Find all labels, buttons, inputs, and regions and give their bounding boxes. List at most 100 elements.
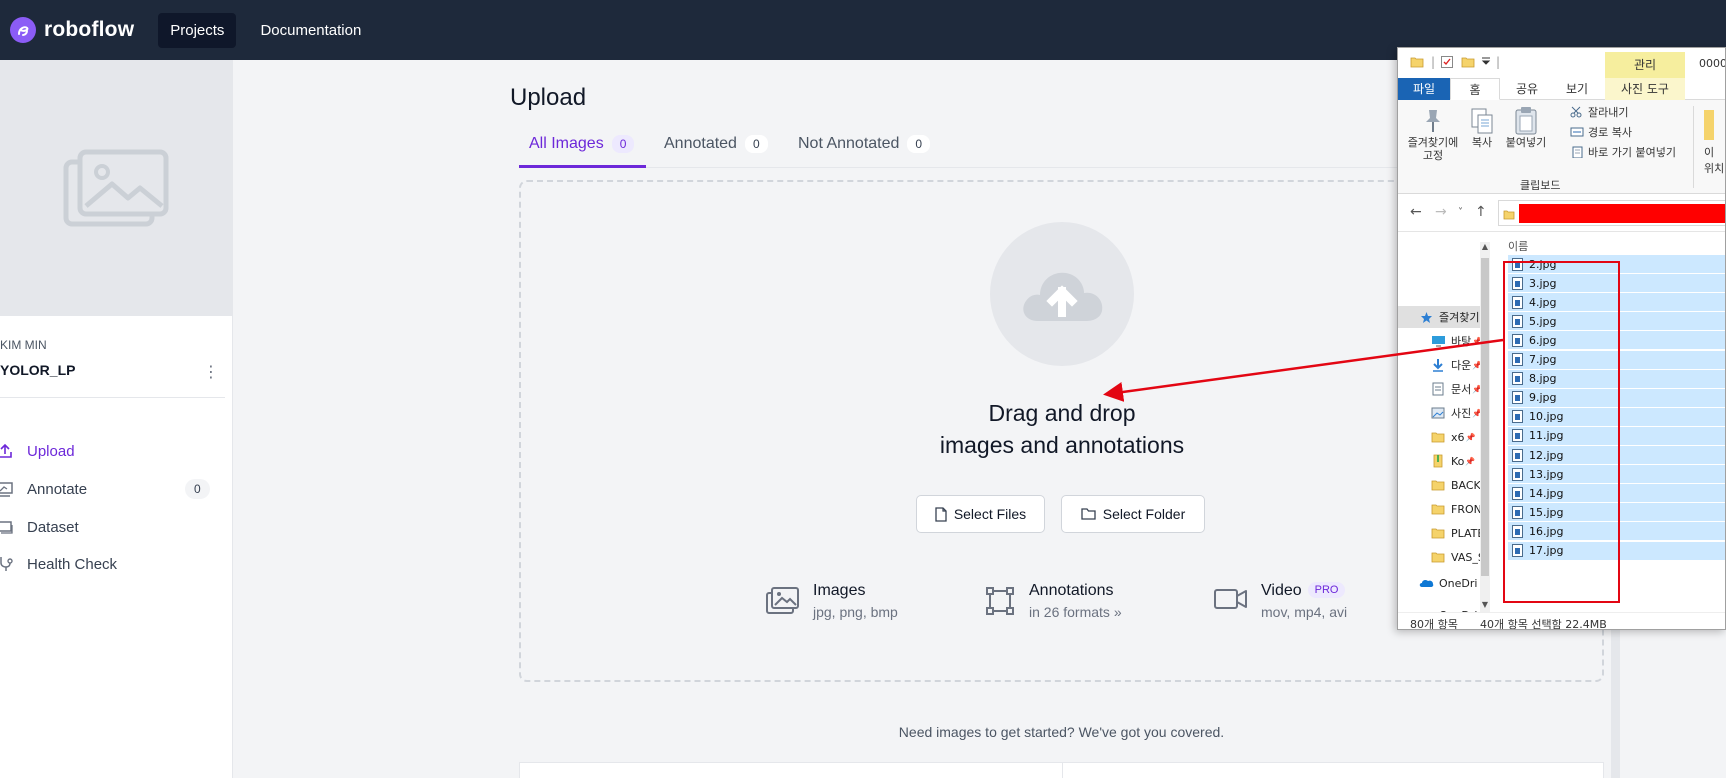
format-images: Images jpg, png, bmp [765, 582, 898, 620]
nav-pane-item-label: PLATE [1451, 526, 1480, 540]
format-sub: mov, mp4, avi [1261, 604, 1348, 620]
properties-icon[interactable] [1440, 55, 1454, 72]
roboflow-logo-icon [10, 17, 36, 43]
drop-heading-line1: Drag and drop [988, 400, 1136, 426]
pin-to-quick-access-button[interactable]: 즐겨찾기에 고정 [1402, 106, 1464, 162]
pictures-icon [1430, 406, 1446, 420]
sidebar-item-health-check[interactable]: Health Check [0, 549, 225, 579]
sidebar-item-dataset[interactable]: Dataset [0, 512, 225, 542]
brand[interactable]: roboflow [10, 17, 134, 43]
copy-path-button[interactable]: 경로 복사 [1570, 124, 1632, 140]
tab-count-badge: 0 [907, 135, 931, 153]
nav-pane-item-label: 즐겨찾기 [1439, 311, 1480, 324]
project-menu-icon[interactable]: ⋮ [203, 362, 219, 382]
address-path-input[interactable] [1498, 200, 1725, 226]
back-arrow-icon[interactable]: ← [1410, 204, 1422, 220]
nav-pane-item[interactable]: VAS_S [1398, 546, 1480, 568]
pro-badge: PRO [1307, 582, 1346, 598]
video-icon [1213, 582, 1253, 618]
nav-pane-item[interactable]: BACK [1398, 474, 1480, 496]
nav-pane-item[interactable]: 다운📌 [1398, 354, 1480, 376]
up-arrow-icon[interactable]: ↑ [1475, 204, 1487, 220]
navigation-scrollbar[interactable]: ▲ ▼ [1480, 242, 1490, 612]
cut-button[interactable]: 잘라내기 [1570, 104, 1628, 120]
customize-quick-access-icon[interactable] [1481, 55, 1491, 69]
tab-label: Not Annotated [798, 135, 900, 152]
desktop-icon [1430, 334, 1446, 348]
manage-tab[interactable]: 관리 [1605, 52, 1685, 78]
paste-icon [1501, 106, 1551, 136]
sidebar-item-annotate[interactable]: Annotate 0 [0, 474, 225, 504]
nav-pane-item[interactable]: x6 📌 [1398, 426, 1480, 448]
sidebar-divider [0, 397, 225, 398]
sidebar-item-label: Dataset [27, 518, 79, 536]
nav-pane-item[interactable]: Ko 📌 [1398, 450, 1480, 472]
brand-name: roboflow [44, 18, 135, 41]
images-icon [765, 582, 805, 618]
cloud-upload-icon [990, 222, 1134, 366]
pinned-icon: 📌 [1465, 432, 1476, 442]
nav-pane-item-label: 다운 [1451, 359, 1472, 372]
need-images-text: Need images to get started? We've got yo… [898, 724, 1225, 740]
ribbon-tab-home[interactable]: 홈 [1450, 78, 1500, 100]
sidebar-item-label: Upload [27, 442, 75, 460]
folder-icon [1430, 502, 1446, 516]
select-folder-label: Select Folder [1102, 506, 1186, 522]
move-to-button[interactable]: 이 위치 [1704, 110, 1724, 176]
nav-pane-item[interactable]: OneDri [1398, 572, 1480, 594]
select-files-label: Select Files [953, 506, 1027, 522]
nav-pane-item-label: OneDri [1439, 576, 1478, 590]
sidebar-item-upload[interactable]: Upload [0, 436, 225, 466]
sidebar-item-label: Health Check [27, 555, 118, 573]
nav-pane-item-label: x6 [1451, 430, 1465, 444]
nav-pane-item[interactable]: FRON [1398, 498, 1480, 520]
nav-pane-item[interactable]: 바탕📌 [1398, 330, 1480, 352]
paste-button[interactable]: 붙여넣기 [1501, 106, 1551, 149]
workspace-owner: KIM MIN [0, 338, 47, 352]
file-icon [935, 506, 947, 522]
nav-pane-item[interactable]: 사진📌 [1398, 402, 1480, 424]
ribbon-tab-view[interactable]: 보기 [1552, 78, 1602, 100]
select-files-button[interactable]: Select Files [916, 495, 1045, 533]
sample-datasets-card[interactable] [519, 762, 1604, 778]
folder-icon [1503, 206, 1515, 225]
folder-icon [1430, 526, 1446, 540]
annotate-icon [0, 480, 14, 498]
dataset-icon [0, 518, 14, 536]
nav-pane-item[interactable]: 즐겨찾기 [1398, 306, 1480, 328]
nav-projects[interactable]: Projects [158, 12, 237, 48]
tab-all-images[interactable]: All Images 0 [519, 128, 647, 168]
nav-pane-item[interactable]: PLATE [1398, 522, 1480, 544]
column-header-name[interactable]: 이름 [1508, 238, 1528, 254]
forward-arrow-icon[interactable]: → [1435, 204, 1447, 220]
folder-icon [1081, 508, 1096, 520]
pinned-icon: 📌 [1472, 385, 1480, 394]
nav-pane-item[interactable]: 문서📌 [1398, 378, 1480, 400]
tab-annotated[interactable]: Annotated 0 [664, 128, 768, 168]
copy-path-icon [1570, 126, 1584, 138]
folder-icon [1410, 55, 1424, 72]
new-folder-icon[interactable] [1461, 55, 1475, 72]
ribbon-tab-file[interactable]: 파일 [1398, 78, 1450, 100]
nav-pane-item-label: BACK [1451, 478, 1480, 492]
nav-pane-item-label: 바탕 [1451, 335, 1472, 348]
health-check-icon [0, 555, 14, 573]
paste-label: 붙여넣기 [1505, 136, 1547, 149]
copy-button[interactable]: 복사 [1466, 106, 1498, 149]
ribbon-tab-photo-tools[interactable]: 사진 도구 [1605, 78, 1685, 100]
format-annotations[interactable]: Annotations in 26 formats » [985, 582, 1122, 620]
select-folder-button[interactable]: Select Folder [1061, 495, 1205, 533]
status-bar: 80개 항목 40개 항목 선택함 22.4MB [1398, 612, 1725, 630]
upload-icon [0, 442, 14, 460]
format-title: Annotations [1029, 582, 1114, 599]
status-selection: 40개 항목 선택함 22.4MB [1480, 618, 1607, 630]
recent-locations-icon[interactable]: ˅ [1458, 207, 1463, 218]
folder-icon [1430, 478, 1446, 492]
paste-shortcut-button[interactable]: 바로 가기 붙여넣기 [1570, 144, 1676, 160]
tab-not-annotated[interactable]: Not Annotated 0 [798, 128, 931, 168]
folder-icon [1430, 550, 1446, 564]
nav-documentation[interactable]: Documentation [248, 13, 373, 48]
nav-pane-item-label: VAS_S [1451, 550, 1480, 564]
project-name[interactable]: YOLOR_LP [0, 362, 75, 378]
ribbon-tab-share[interactable]: 공유 [1502, 78, 1552, 100]
